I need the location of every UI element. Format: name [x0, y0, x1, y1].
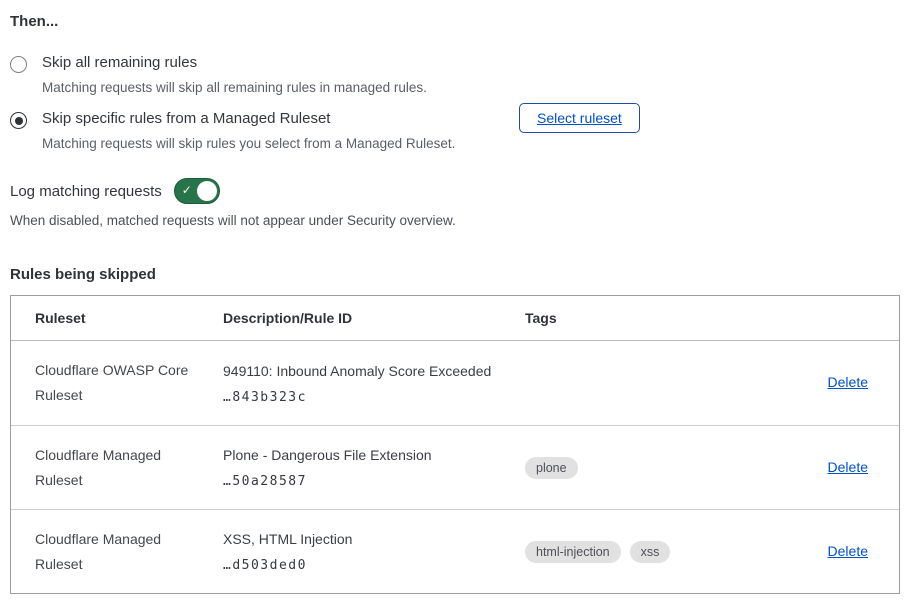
option-label[interactable]: Skip all remaining rules	[42, 53, 427, 73]
option-description: Matching requests will skip all remainin…	[42, 79, 427, 96]
select-ruleset-button[interactable]: Select ruleset	[519, 103, 640, 133]
radio-unselected-icon[interactable]	[10, 56, 27, 73]
option-skip-all-remaining-rules[interactable]: Skip all remaining rules Matching reques…	[10, 53, 900, 96]
delete-link[interactable]: Delete	[828, 459, 868, 475]
delete-cell: Delete	[779, 543, 899, 561]
rule-description: XSS, HTML Injection	[223, 530, 525, 548]
tag-badge: plone	[525, 457, 578, 479]
log-toggle-description: When disabled, matched requests will not…	[10, 212, 900, 229]
log-toggle-label: Log matching requests	[10, 183, 162, 200]
tags-cell: html-injection xss	[525, 541, 779, 563]
delete-cell: Delete	[779, 459, 899, 477]
radio-selected-icon[interactable]	[10, 112, 27, 129]
option-text: Skip all remaining rules Matching reques…	[42, 53, 427, 96]
rules-skipped-table: Ruleset Description/Rule ID Tags Cloudfl…	[10, 295, 900, 594]
rule-description: 949110: Inbound Anomaly Score Exceeded	[223, 362, 525, 380]
column-header-ruleset: Ruleset	[35, 310, 223, 326]
tags-cell: plone	[525, 457, 779, 479]
ruleset-name: Cloudflare OWASP Core Ruleset	[35, 358, 200, 408]
option-skip-specific-rules[interactable]: Skip specific rules from a Managed Rules…	[10, 109, 900, 152]
rules-skipped-heading: Rules being skipped	[10, 266, 900, 284]
log-matching-requests-row: Log matching requests ✓	[10, 178, 900, 204]
waf-skip-rule-config-panel: Then... Skip all remaining rules Matchin…	[0, 0, 911, 614]
option-label[interactable]: Skip specific rules from a Managed Rules…	[42, 109, 455, 129]
then-heading: Then...	[10, 13, 900, 31]
rule-description-cell: XSS, HTML Injection …d503ded0	[223, 530, 525, 573]
column-header-description: Description/Rule ID	[223, 310, 525, 326]
tag-badge: html-injection	[525, 541, 621, 563]
checkmark-icon: ✓	[182, 183, 192, 198]
rule-id: …843b323c	[223, 390, 525, 405]
column-header-tags: Tags	[525, 310, 779, 326]
delete-cell: Delete	[779, 374, 899, 392]
ruleset-name: Cloudflare Managed Ruleset	[35, 443, 200, 493]
toggle-knob	[197, 181, 217, 201]
table-header-row: Ruleset Description/Rule ID Tags	[11, 296, 899, 341]
option-description: Matching requests will skip rules you se…	[42, 135, 455, 152]
tag-badge: xss	[630, 541, 671, 563]
table-row: Cloudflare Managed Ruleset XSS, HTML Inj…	[11, 509, 899, 593]
table-row: Cloudflare Managed Ruleset Plone - Dange…	[11, 425, 899, 509]
action-options: Skip all remaining rules Matching reques…	[10, 53, 900, 152]
rule-description-cell: Plone - Dangerous File Extension …50a285…	[223, 446, 525, 489]
ruleset-name: Cloudflare Managed Ruleset	[35, 527, 200, 577]
delete-link[interactable]: Delete	[828, 543, 868, 559]
rule-id: …50a28587	[223, 474, 525, 489]
rule-description-cell: 949110: Inbound Anomaly Score Exceeded ……	[223, 362, 525, 405]
option-text: Skip specific rules from a Managed Rules…	[42, 109, 455, 152]
rule-description: Plone - Dangerous File Extension	[223, 446, 525, 464]
rule-id: …d503ded0	[223, 558, 525, 573]
delete-link[interactable]: Delete	[828, 374, 868, 390]
log-toggle-switch-on[interactable]: ✓	[174, 178, 220, 204]
table-row: Cloudflare OWASP Core Ruleset 949110: In…	[11, 341, 899, 425]
